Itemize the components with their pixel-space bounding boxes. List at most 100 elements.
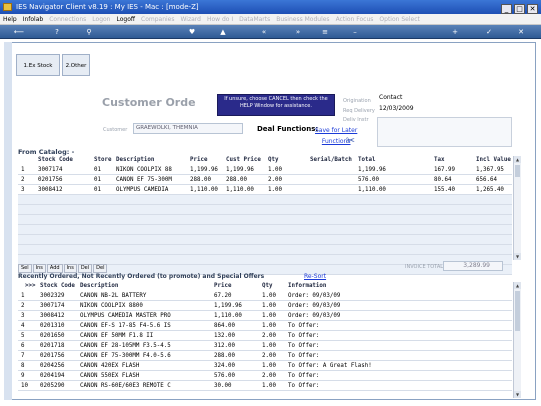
table-row[interactable]: 1 3007174 01 NIKON COOLPIX 88 1,199.96 1,199.… [18,165,512,175]
menu-item-connections[interactable]: Connections [49,16,86,23]
tools-icon[interactable]: ✂ [343,134,358,147]
col-cust-price: Cust Price [226,157,261,163]
scroll-up-icon[interactable]: ▲ [514,282,521,289]
table-cell: CANON EF-S 17-85 F4-5.6 IS [80,323,171,329]
menu-item-infolab[interactable]: Infolab [23,16,44,23]
delete-row-button[interactable]: Del [77,264,93,273]
minus-icon[interactable]: – [350,28,360,36]
maximize-button[interactable]: □ [514,4,525,14]
menu-item-how-do-i[interactable]: How do I [207,16,233,23]
table-cell: 576.00 [214,373,235,379]
rewind-icon[interactable]: « [258,28,270,36]
insert-row-button-2[interactable]: Ins [63,264,77,273]
help-icon[interactable]: ? [52,28,62,36]
up-icon[interactable]: ▲ [218,28,228,36]
empty-table-row[interactable] [18,245,512,255]
table-cell: 1,199.96 [358,167,386,173]
menu-item-wizard[interactable]: Wizard [181,16,201,23]
table-cell: 3008412 [38,187,63,193]
heart-icon[interactable]: ♥ [187,28,197,36]
scroll-up-icon[interactable]: ▲ [514,156,521,163]
table-cell: 2.00 [262,333,276,339]
table-row[interactable]: 6 0201718 CANON EF 28-105MM F3.5-4.5 312.00… [18,341,512,351]
menu-item-companies[interactable]: Companies [141,16,174,23]
menu-item-option-select[interactable]: Option Select [379,16,419,23]
table-cell: Order: 09/03/09 [288,313,341,319]
scroll-thumb[interactable] [515,165,520,177]
table-cell: 0201718 [40,343,65,349]
empty-table-row[interactable] [18,195,512,205]
search-icon[interactable]: ⚲ [84,28,94,36]
menu-item-action-focus[interactable]: Action Focus [336,16,374,23]
table-row[interactable]: 8 0204256 CANON 420EX FLASH 324.00 1.00 To Of… [18,361,512,371]
customer-field[interactable]: GRAEWOLKI, THEMNIA [133,123,243,134]
recent-table: >>> Stock Code Description Price Qty Inf… [18,282,512,400]
table-row[interactable]: 2 0201756 01 CANON EF 75-300M 288.00 288.00 2.… [18,175,512,185]
table-row[interactable]: 3 3008412 OLYMPUS CAMEDIA MASTER PRO 1,110.… [18,311,512,321]
catalog-scrollbar[interactable]: ▲ ▼ [513,156,521,260]
check-icon[interactable]: ✓ [484,28,494,36]
req-delivery-value[interactable]: 12/03/2009 [379,105,414,112]
menu-item-help[interactable]: Help [3,16,17,23]
minimize-button[interactable]: _ [501,4,512,14]
table-cell: 288.00 [214,353,235,359]
row-functions: Sel Ins Add Ins Del Del [18,264,108,273]
menu-item-logon[interactable]: Logon [92,16,110,23]
table-cell: 1.00 [262,313,276,319]
table-cell: 01 [94,177,101,183]
table-row[interactable]: 10 0205290 CANON RS-60E/60E3 REMOTE C 30.00… [18,381,512,391]
menu-item-business-modules[interactable]: Business Modules [276,16,329,23]
insert-row-button[interactable]: Ins [32,264,46,273]
empty-table-row[interactable] [18,235,512,245]
table-cell: 1.00 [262,323,276,329]
back-icon[interactable]: ⟵ [12,28,26,36]
table-cell: 167.99 [434,167,455,173]
origination-value[interactable]: Contact [379,94,402,101]
origination-label: Origination [343,98,371,104]
plus-icon[interactable]: + [450,28,460,36]
table-row[interactable]: 2 3007174 NIKON COOLPIX 8800 1,199.96 1.00 Or… [18,301,512,311]
table-cell: NIKON COOLPIX 8800 [80,303,143,309]
delivery-instructions-field[interactable] [377,117,512,147]
delete-row-button-2[interactable]: Del [93,264,108,273]
scroll-down-icon[interactable]: ▼ [514,391,521,398]
col-information: Information [288,283,327,289]
table-cell: 2 [21,177,25,183]
table-row[interactable]: 3 3008412 01 OLYMPUS CAMEDIA 1,110.00 1,110.0… [18,185,512,195]
table-row[interactable]: 9 0204194 CANON 550EX FLASH 576.00 2.00 To Of… [18,371,512,381]
col-qty: Qty [268,157,279,163]
select-row-button[interactable]: Sel [18,264,32,273]
table-row[interactable]: 4 0201310 CANON EF-S 17-85 F4-5.6 IS 864.00… [18,321,512,331]
table-cell: Order: 09/03/09 [288,293,341,299]
table-cell: 3002329 [40,293,65,299]
close-icon[interactable]: ✕ [516,28,526,36]
table-cell: 1,110.00 [358,187,386,193]
table-cell: 1 [21,167,25,173]
table-cell: 1.00 [268,187,282,193]
empty-table-row[interactable] [18,205,512,215]
empty-table-row[interactable] [18,225,512,235]
col-marker: >>> [25,283,36,289]
menu-item-logoff[interactable]: Logoff [116,16,135,23]
table-cell: 7 [21,353,25,359]
toolbar: ⟵ ? ⚲ ♥ ▲ « » ≡ – + ✓ ✕ [0,25,541,39]
empty-table-row[interactable] [18,215,512,225]
tab-other[interactable]: 2.Other [62,54,90,76]
recent-scrollbar[interactable]: ▲ ▼ [513,282,521,398]
table-cell: 656.64 [476,177,497,183]
scroll-thumb[interactable] [515,291,520,331]
menu-item-datamarts[interactable]: DataMarts [239,16,270,23]
table-cell: 01 [94,187,101,193]
add-row-button[interactable]: Add [46,264,63,273]
table-row[interactable]: 1 3002329 CANON NB-2L BATTERY 67.20 1.00 Orde… [18,291,512,301]
col-qty: Qty [262,283,273,289]
forward-icon[interactable]: » [292,28,304,36]
catalog-section-title: From Catalog: - [18,148,75,156]
table-row[interactable]: 5 0201650 CANON EF 50MM F1.8 II 132.00 2.00 T… [18,331,512,341]
list-icon[interactable]: ≡ [320,28,330,36]
scroll-down-icon[interactable]: ▼ [514,253,521,260]
tab-ex-stock[interactable]: 1.Ex Stock [16,54,60,76]
close-window-button[interactable]: ✕ [527,4,538,14]
table-row[interactable]: 7 0201756 CANON EF 75-300MM F4.0-5.6 288.00… [18,351,512,361]
re-sort-link[interactable]: Re-Sort [304,273,326,280]
